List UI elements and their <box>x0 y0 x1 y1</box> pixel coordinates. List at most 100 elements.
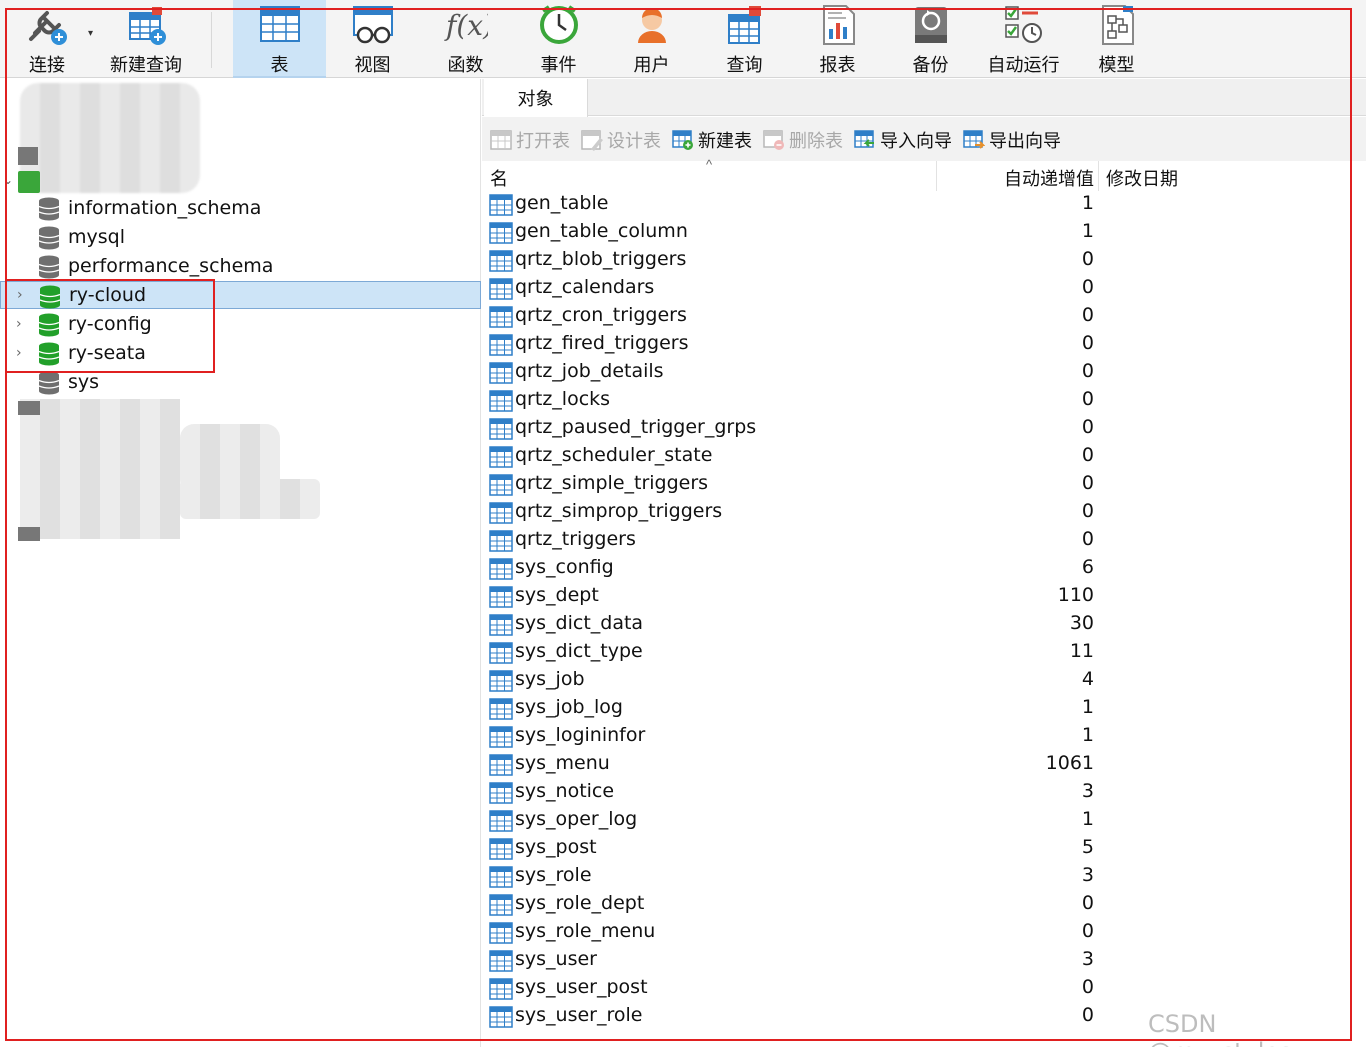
table-name: sys_config <box>515 556 614 578</box>
tree-item-database[interactable]: sys <box>0 368 481 396</box>
import-wizard-button[interactable]: 导入向导 <box>854 127 952 153</box>
table-row[interactable]: sys_job_log 1 <box>484 695 1366 723</box>
delete-table-button[interactable]: 删除表 <box>763 127 843 153</box>
view-glasses-icon <box>351 3 395 47</box>
table-row[interactable]: sys_config 6 <box>484 555 1366 583</box>
table-row[interactable]: qrtz_fired_triggers 0 <box>484 331 1366 359</box>
tree-item-database[interactable]: › ry-seata <box>0 339 481 367</box>
tree-item-database[interactable]: › ry-cloud <box>0 281 481 309</box>
table-row[interactable]: sys_role_menu 0 <box>484 919 1366 947</box>
column-name-header[interactable]: 名 <box>490 165 508 191</box>
table-row[interactable]: sys_role_dept 0 <box>484 891 1366 919</box>
table-row[interactable]: qrtz_scheduler_state 0 <box>484 443 1366 471</box>
auto-increment-value: 0 <box>1081 528 1094 550</box>
auto-increment-value: 1 <box>1081 696 1094 718</box>
column-divider[interactable] <box>936 161 937 191</box>
table-icon <box>489 753 513 777</box>
table-name: qrtz_cron_triggers <box>515 304 687 326</box>
table-name: sys_dept <box>515 584 599 606</box>
table-row[interactable]: sys_oper_log 1 <box>484 807 1366 835</box>
toolbar-table-button[interactable]: 表 <box>233 0 326 78</box>
table-row[interactable]: qrtz_blob_triggers 0 <box>484 247 1366 275</box>
chevron-down-icon[interactable]: ▾ <box>88 28 93 39</box>
table-row[interactable]: qrtz_cron_triggers 0 <box>484 303 1366 331</box>
auto-increment-value: 3 <box>1081 948 1094 970</box>
column-auto-increment-header[interactable]: 自动递增值 <box>1004 165 1094 191</box>
tab-objects[interactable]: 对象 <box>484 79 588 117</box>
toolbar-new-query-button[interactable]: 新建查询 <box>104 0 188 78</box>
new-table-button[interactable]: 新建表 <box>672 127 752 153</box>
table-row[interactable]: sys_logininfor 1 <box>484 723 1366 751</box>
table-icon <box>489 333 513 357</box>
table-row[interactable]: qrtz_simple_triggers 0 <box>484 471 1366 499</box>
delete-table-icon <box>763 129 785 151</box>
table-row[interactable]: sys_job 4 <box>484 667 1366 695</box>
table-icon <box>489 893 513 917</box>
toolbar-user-button[interactable]: 用户 <box>605 0 698 78</box>
table-row[interactable]: sys_dict_data 30 <box>484 611 1366 639</box>
toolbar-function-button[interactable]: f(x) 函数 <box>419 0 512 78</box>
tree-item-database[interactable]: mysql <box>0 223 481 251</box>
design-table-icon <box>581 129 603 151</box>
table-row[interactable]: sys_role 3 <box>484 863 1366 891</box>
toolbar-view-button[interactable]: 视图 <box>326 0 419 78</box>
table-row[interactable]: gen_table_column 1 <box>484 219 1366 247</box>
database-name: ry-config <box>68 313 152 335</box>
chevron-right-icon[interactable]: › <box>16 346 30 360</box>
table-row[interactable]: qrtz_paused_trigger_grps 0 <box>484 415 1366 443</box>
table-row[interactable]: sys_notice 3 <box>484 779 1366 807</box>
table-row[interactable]: gen_table 1 <box>484 191 1366 219</box>
mysql-connection-icon[interactable] <box>18 171 40 193</box>
function-fx-icon: f(x) <box>444 3 494 47</box>
toolbar-connect-button[interactable]: 连接 <box>14 0 80 78</box>
export-wizard-button[interactable]: 导出向导 <box>963 127 1061 153</box>
main-toolbar: 连接 ▾ 新建查询 表 视图 f(x) 函数 事件 用户 <box>0 0 1366 78</box>
table-row[interactable]: qrtz_triggers 0 <box>484 527 1366 555</box>
table-row[interactable]: sys_menu 1061 <box>484 751 1366 779</box>
table-row[interactable]: qrtz_job_details 0 <box>484 359 1366 387</box>
database-icon <box>38 226 60 250</box>
toolbar-event-button[interactable]: 事件 <box>512 0 605 78</box>
connection-icon <box>18 527 40 541</box>
design-table-button[interactable]: 设计表 <box>581 127 661 153</box>
chevron-right-icon[interactable]: › <box>16 317 30 331</box>
auto-increment-value: 1 <box>1081 220 1094 242</box>
table-icon <box>489 305 513 329</box>
auto-increment-value: 3 <box>1081 864 1094 886</box>
table-row[interactable]: sys_user 3 <box>484 947 1366 975</box>
table-row[interactable]: qrtz_calendars 0 <box>484 275 1366 303</box>
tree-item-database[interactable]: performance_schema <box>0 252 481 280</box>
open-table-button[interactable]: 打开表 <box>490 127 570 153</box>
database-icon <box>38 313 60 337</box>
column-modified-date-header[interactable]: 修改日期 <box>1106 165 1178 191</box>
table-row[interactable]: sys_user_post 0 <box>484 975 1366 1003</box>
toolbar-label: 视图 <box>354 55 391 76</box>
table-icon <box>258 3 302 47</box>
table-row[interactable]: sys_dept 110 <box>484 583 1366 611</box>
export-wizard-label: 导出向导 <box>989 131 1061 152</box>
column-divider[interactable] <box>1098 161 1099 191</box>
chevron-down-icon[interactable]: ⌄ <box>3 173 13 187</box>
table-icon <box>489 641 513 665</box>
table-icon <box>489 921 513 945</box>
toolbar-backup-button[interactable]: 备份 <box>884 0 977 78</box>
toolbar-report-button[interactable]: 报表 <box>791 0 884 78</box>
table-icon <box>489 529 513 553</box>
table-row[interactable]: qrtz_simprop_triggers 0 <box>484 499 1366 527</box>
toolbar-model-button[interactable]: 模型 <box>1070 0 1163 78</box>
sort-ascending-icon: ^ <box>706 157 713 172</box>
table-row[interactable]: sys_dict_type 11 <box>484 639 1366 667</box>
table-row[interactable]: qrtz_locks 0 <box>484 387 1366 415</box>
table-icon <box>489 781 513 805</box>
table-icon <box>489 221 513 245</box>
chevron-right-icon[interactable]: › <box>17 288 31 302</box>
event-clock-icon <box>537 3 581 47</box>
tree-item-database[interactable]: › ry-config <box>0 310 481 338</box>
table-name: sys_role <box>515 864 592 886</box>
tree-item-database[interactable]: information_schema <box>0 194 481 222</box>
toolbar-auto-run-button[interactable]: 自动运行 <box>977 0 1070 78</box>
table-icon <box>489 445 513 469</box>
toolbar-query-button[interactable]: 查询 <box>698 0 791 78</box>
table-row[interactable]: sys_post 5 <box>484 835 1366 863</box>
toolbar-divider <box>211 12 212 68</box>
